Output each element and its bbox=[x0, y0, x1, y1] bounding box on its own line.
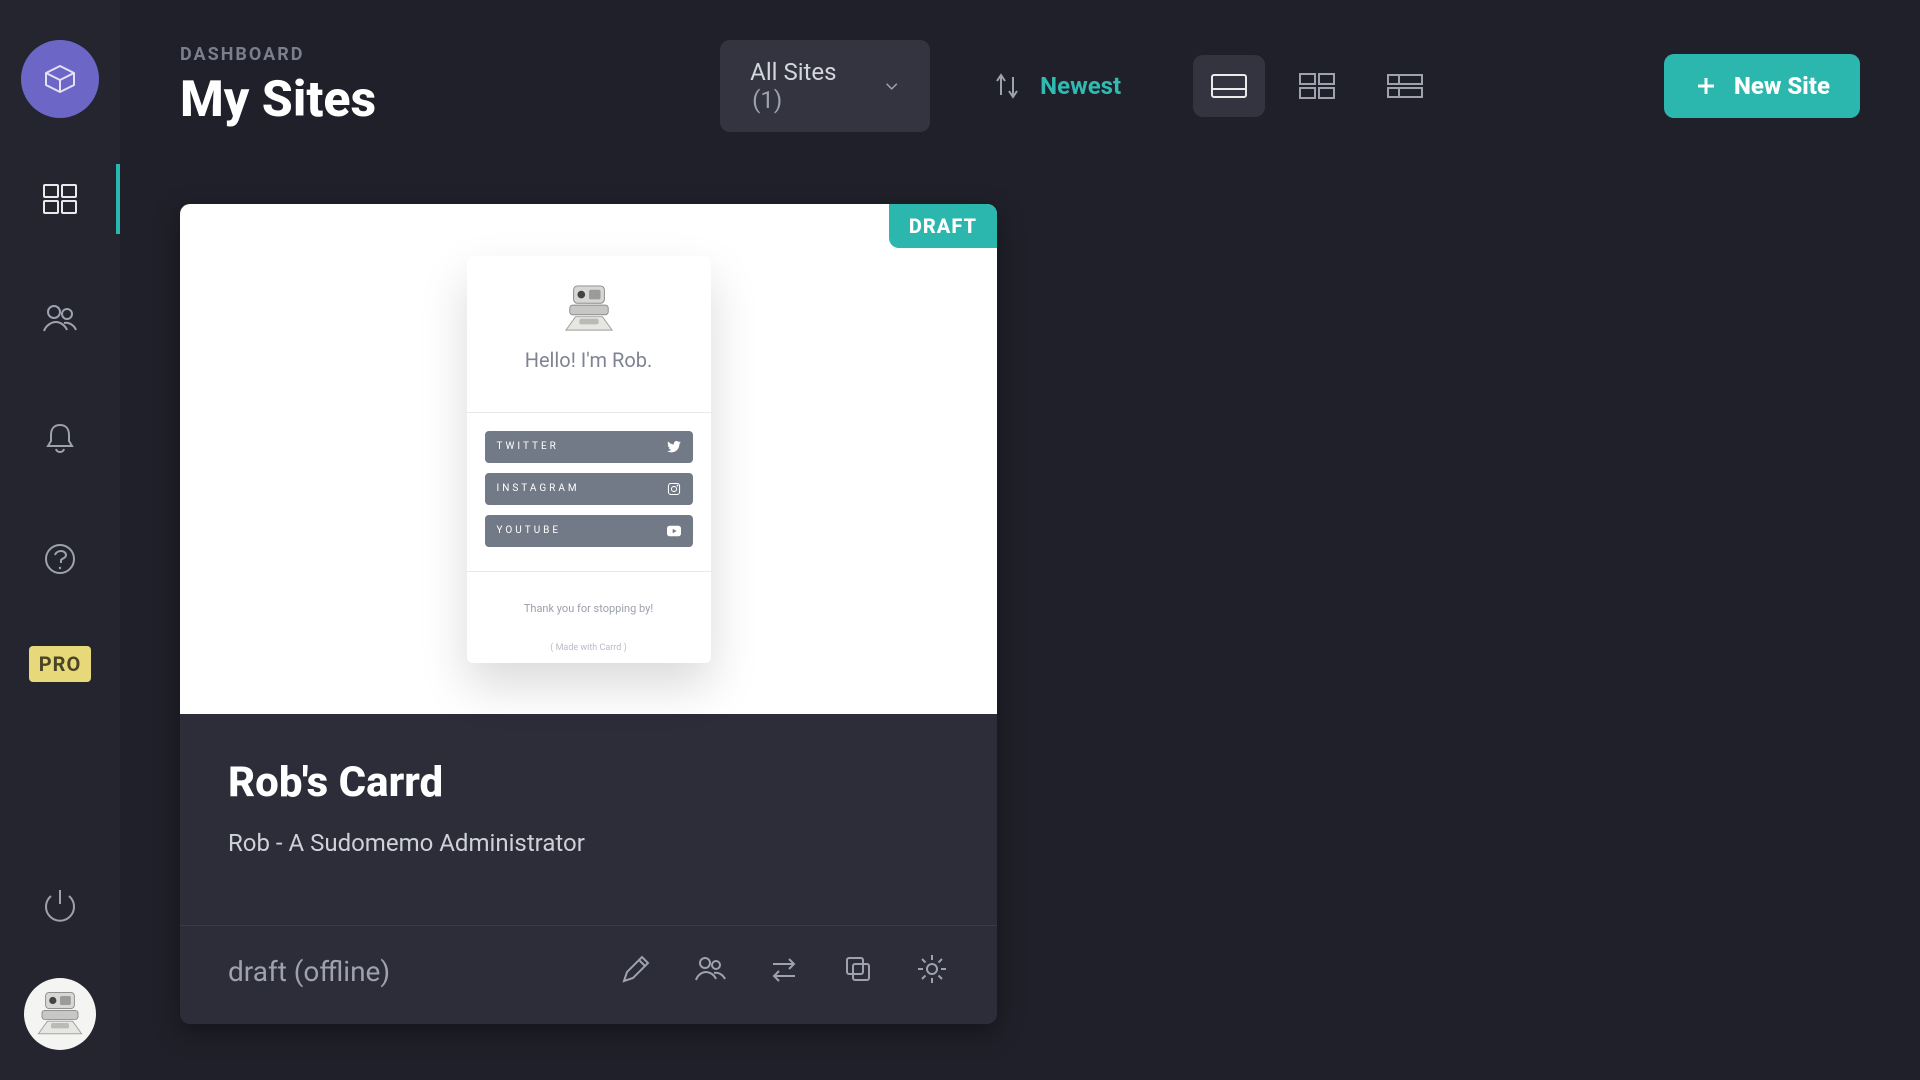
nav-team[interactable] bbox=[0, 284, 120, 354]
sort-label: Newest bbox=[1040, 72, 1121, 100]
share-button[interactable] bbox=[693, 952, 727, 990]
site-description: Rob - A Sudomemo Administrator bbox=[228, 829, 949, 857]
site-title: Rob's Carrd bbox=[228, 758, 949, 807]
pro-badge[interactable]: PRO bbox=[29, 646, 92, 682]
site-actions bbox=[619, 952, 949, 990]
view-mode-group bbox=[1193, 55, 1441, 117]
nav-help[interactable] bbox=[0, 524, 120, 594]
titles: DASHBOARD My Sites bbox=[180, 44, 376, 129]
avatar-robot-icon bbox=[33, 990, 87, 1038]
view-grid-icon bbox=[1298, 71, 1336, 101]
view-grid[interactable] bbox=[1281, 55, 1353, 117]
swap-icon bbox=[767, 952, 801, 986]
transfer-button[interactable] bbox=[767, 952, 801, 990]
power-icon bbox=[40, 884, 80, 924]
page-title: My Sites bbox=[180, 71, 376, 129]
nav-notifications[interactable] bbox=[0, 404, 120, 474]
filter-dropdown[interactable]: All Sites (1) bbox=[720, 40, 930, 132]
avatar[interactable] bbox=[24, 978, 96, 1050]
site-card-footer: draft (offline) bbox=[180, 925, 997, 1024]
site-card-body: Rob's Carrd Rob - A Sudomemo Administrat… bbox=[180, 714, 997, 891]
chevron-down-icon bbox=[883, 75, 900, 97]
app-logo[interactable] bbox=[21, 40, 99, 118]
filter-label: All Sites bbox=[750, 58, 836, 86]
view-large-cards[interactable] bbox=[1193, 55, 1265, 117]
pencil-icon bbox=[619, 952, 653, 986]
sites-grid: DRAFT Hello! I'm Rob. bbox=[180, 204, 1860, 1024]
instagram-icon bbox=[667, 483, 681, 495]
sort-icon bbox=[992, 71, 1022, 101]
view-list-icon bbox=[1386, 71, 1424, 101]
preview-greeting: Hello! I'm Rob. bbox=[467, 348, 711, 372]
twitter-icon bbox=[667, 441, 681, 453]
preview-btn-instagram: INSTAGRAM bbox=[485, 473, 693, 505]
duplicate-button[interactable] bbox=[841, 952, 875, 990]
nav-logout[interactable] bbox=[40, 884, 80, 928]
nav-dashboard[interactable] bbox=[0, 164, 120, 234]
bell-icon bbox=[40, 419, 80, 459]
rail-bottom bbox=[0, 884, 120, 1050]
site-card[interactable]: DRAFT Hello! I'm Rob. bbox=[180, 204, 997, 1024]
preview-mockup: Hello! I'm Rob. TWITTER INSTAGRAM bbox=[467, 256, 711, 663]
preview-madewith: ( Made with Carrd ) bbox=[467, 643, 711, 653]
status-badge: DRAFT bbox=[889, 204, 997, 248]
help-icon bbox=[40, 539, 80, 579]
preview-btn-youtube: YOUTUBE bbox=[485, 515, 693, 547]
gear-icon bbox=[915, 952, 949, 986]
copy-icon bbox=[841, 952, 875, 986]
edit-button[interactable] bbox=[619, 952, 653, 990]
preview-robot-icon bbox=[560, 284, 618, 334]
team-icon bbox=[40, 299, 80, 339]
preview-btn-twitter: TWITTER bbox=[485, 431, 693, 463]
site-status: draft (offline) bbox=[228, 955, 390, 988]
logo-icon bbox=[40, 59, 80, 99]
dashboard-icon bbox=[40, 179, 80, 219]
left-rail: PRO bbox=[0, 0, 120, 1080]
site-preview: DRAFT Hello! I'm Rob. bbox=[180, 204, 997, 714]
view-list[interactable] bbox=[1369, 55, 1441, 117]
filter-count: (1) bbox=[752, 86, 782, 114]
people-icon bbox=[693, 952, 727, 986]
new-site-label: New Site bbox=[1734, 72, 1830, 100]
new-site-button[interactable]: New Site bbox=[1664, 54, 1860, 118]
header: DASHBOARD My Sites All Sites (1) Newest bbox=[180, 40, 1860, 132]
nav bbox=[0, 164, 120, 594]
main: DASHBOARD My Sites All Sites (1) Newest bbox=[120, 0, 1920, 1080]
plus-icon bbox=[1694, 74, 1718, 98]
settings-button[interactable] bbox=[915, 952, 949, 990]
preview-footer: Thank you for stopping by! bbox=[467, 602, 711, 615]
sort-button[interactable]: Newest bbox=[992, 71, 1121, 101]
youtube-icon bbox=[667, 525, 681, 537]
breadcrumb: DASHBOARD bbox=[180, 44, 376, 65]
view-large-icon bbox=[1210, 71, 1248, 101]
